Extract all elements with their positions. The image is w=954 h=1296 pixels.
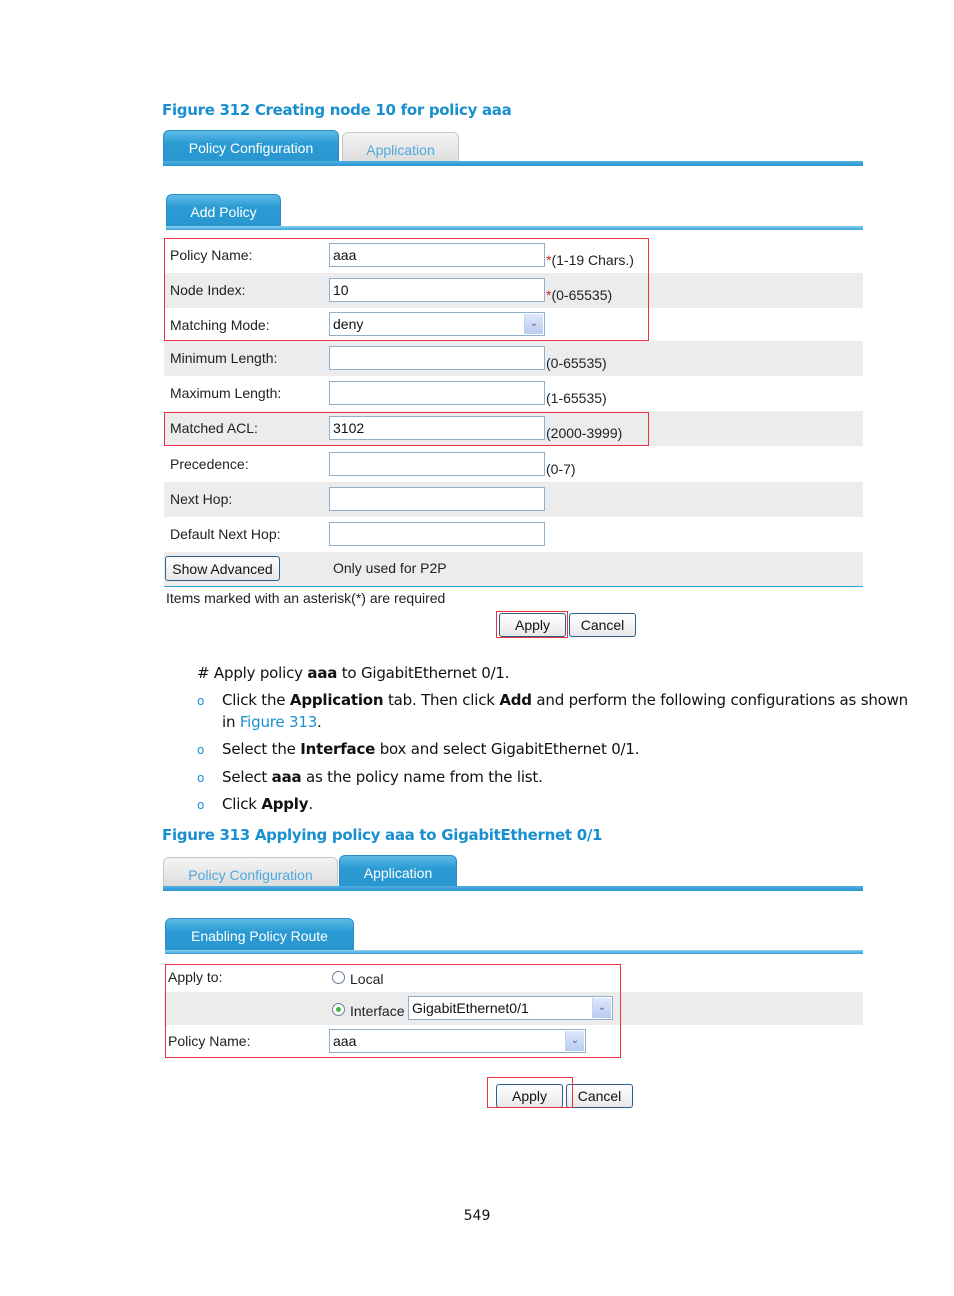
cancel-button[interactable]: Cancel [569, 613, 636, 637]
figure-313-caption: Figure 313 Applying policy aaa to Gigabi… [162, 826, 603, 844]
maximum-length-label: Maximum Length: [170, 385, 282, 401]
default-next-hop-input[interactable] [329, 522, 545, 546]
tab-bar-underline [163, 161, 863, 166]
tab-application[interactable]: Application [342, 132, 459, 162]
instruction-intro: # Apply policy aaa to GigabitEthernet 0/… [197, 664, 510, 682]
required-note: Items marked with an asterisk(*) are req… [166, 590, 446, 606]
row-default-next-hop: Default Next Hop: [164, 517, 863, 552]
subtab-underline [165, 950, 863, 954]
tab-application[interactable]: Application [339, 855, 457, 887]
precedence-input[interactable] [329, 452, 545, 476]
subtab-enabling-policy-route[interactable]: Enabling Policy Route [165, 918, 354, 950]
minimum-length-hint: (0-65535) [546, 355, 607, 371]
precedence-label: Precedence: [170, 456, 249, 472]
highlight-required-fields [164, 238, 649, 341]
row-minimum-length: Minimum Length: (0-65535) [164, 341, 863, 376]
figure-312-caption: Figure 312 Creating node 10 for policy a… [162, 101, 512, 119]
instruction-step-3: Select aaa as the policy name from the l… [222, 768, 543, 786]
instruction-step-2: Select the Interface box and select Giga… [222, 740, 640, 758]
maximum-length-hint: (1-65535) [546, 390, 607, 406]
highlight-apply-button [487, 1077, 573, 1108]
instruction-step-1: Click the Application tab. Then click Ad… [222, 691, 908, 709]
bullet-icon: o [197, 743, 205, 757]
default-next-hop-label: Default Next Hop: [170, 526, 281, 542]
p2p-note: Only used for P2P [333, 560, 447, 576]
show-advanced-button[interactable]: Show Advanced [165, 556, 280, 581]
row-show-advanced: Show Advanced Only used for P2P [164, 552, 863, 586]
subtab-underline [166, 226, 863, 230]
instruction-step-1-cont: in Figure 313. [222, 713, 322, 731]
row-precedence: Precedence: (0-7) [164, 447, 863, 482]
precedence-hint: (0-7) [546, 461, 576, 477]
instruction-step-4: Click Apply. [222, 795, 313, 813]
row-next-hop: Next Hop: [164, 482, 863, 517]
tab-bar-underline [163, 886, 863, 891]
tab-policy-configuration[interactable]: Policy Configuration [163, 857, 338, 887]
page-number: 549 [463, 1208, 491, 1224]
highlight-matched-acl [164, 412, 649, 446]
next-hop-label: Next Hop: [170, 491, 233, 507]
bullet-icon: o [197, 694, 205, 708]
bullet-icon: o [197, 798, 205, 812]
highlight-apply-button [496, 611, 568, 638]
cancel-button[interactable]: Cancel [566, 1084, 633, 1108]
subtab-add-policy[interactable]: Add Policy [166, 194, 281, 226]
bullet-icon: o [197, 771, 205, 785]
highlight-apply-settings [165, 964, 621, 1058]
form-bottom-divider [164, 586, 863, 587]
minimum-length-input[interactable] [329, 346, 545, 370]
minimum-length-label: Minimum Length: [170, 350, 278, 366]
maximum-length-input[interactable] [329, 381, 545, 405]
next-hop-input[interactable] [329, 487, 545, 511]
row-maximum-length: Maximum Length: (1-65535) [164, 376, 863, 411]
tab-policy-configuration[interactable]: Policy Configuration [163, 130, 339, 162]
figure-313-link[interactable]: Figure 313 [240, 713, 317, 731]
